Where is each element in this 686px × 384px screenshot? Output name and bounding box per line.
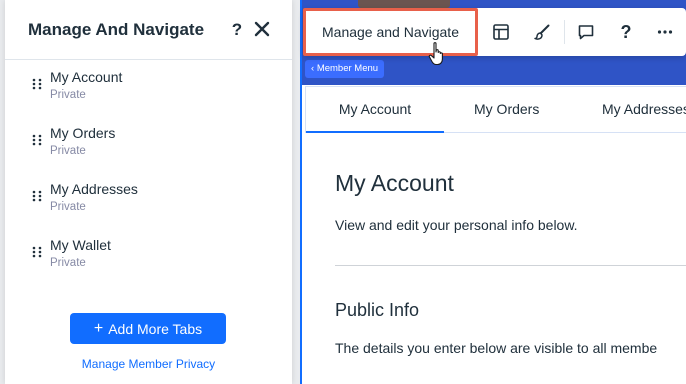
manage-and-navigate-button[interactable]: Manage and Navigate (303, 8, 478, 56)
hand-cursor-icon (428, 42, 443, 66)
item-privacy: Private (50, 89, 86, 101)
page-title: My Account (335, 170, 454, 196)
panel-header: Manage And Navigate ? (5, 0, 292, 60)
manage-navigate-panel: Manage And Navigate ? My Account Private (5, 0, 292, 384)
item-privacy: Private (50, 201, 86, 213)
list-item-my-wallet[interactable]: My Wallet Private (5, 228, 292, 284)
drag-handle-icon[interactable] (32, 246, 42, 258)
chevron-left-icon: ‹ (311, 63, 315, 74)
member-menu-tabs: My Account My Orders My Addresses (305, 86, 686, 133)
item-label: My Account (50, 69, 123, 85)
brush-icon[interactable] (530, 20, 554, 44)
section-description: The details you enter below are visible … (335, 340, 658, 356)
comment-icon[interactable] (574, 20, 598, 44)
divider (335, 265, 686, 266)
profile-photo (358, 0, 450, 8)
site-canvas: ‹ Member Menu My Account My Orders My Ad… (300, 0, 686, 384)
toolbar-separator (564, 20, 565, 44)
help-icon[interactable]: ? (229, 20, 245, 40)
item-privacy: Private (50, 145, 86, 157)
close-icon[interactable] (253, 19, 271, 39)
item-label: My Wallet (50, 237, 111, 253)
section-title: Public Info (335, 300, 420, 320)
tab-my-account[interactable]: My Account (306, 87, 444, 133)
drag-handle-icon[interactable] (32, 134, 42, 146)
manage-member-privacy-link[interactable]: Manage Member Privacy (5, 357, 292, 371)
add-more-tabs-label: Add More Tabs (108, 320, 203, 337)
panel-title: Manage And Navigate (28, 20, 205, 39)
element-toolbar: Manage and Navigate ? (303, 8, 686, 56)
add-more-tabs-button[interactable]: + Add More Tabs (70, 313, 226, 344)
tab-my-orders[interactable]: My Orders (474, 87, 539, 133)
member-menu-tag[interactable]: ‹ Member Menu (305, 60, 385, 78)
more-icon[interactable] (653, 20, 677, 44)
drag-handle-icon[interactable] (32, 190, 42, 202)
member-menu-label: Member Menu (316, 63, 379, 74)
list-item-my-orders[interactable]: My Orders Private (5, 116, 292, 172)
drag-handle-icon[interactable] (32, 78, 42, 90)
item-label: My Orders (50, 125, 116, 141)
list-item-my-account[interactable]: My Account Private (5, 60, 292, 116)
list-item-my-addresses[interactable]: My Addresses Private (5, 172, 292, 228)
item-privacy: Private (50, 257, 86, 269)
pages-list: My Account Private My Orders Private My … (5, 60, 292, 284)
help-icon[interactable]: ? (614, 20, 638, 44)
tab-my-addresses[interactable]: My Addresses (602, 87, 686, 133)
layout-icon[interactable] (489, 20, 513, 44)
item-label: My Addresses (50, 181, 138, 197)
plus-icon: + (93, 319, 104, 337)
page-subtitle: View and edit your personal info below. (335, 217, 578, 233)
